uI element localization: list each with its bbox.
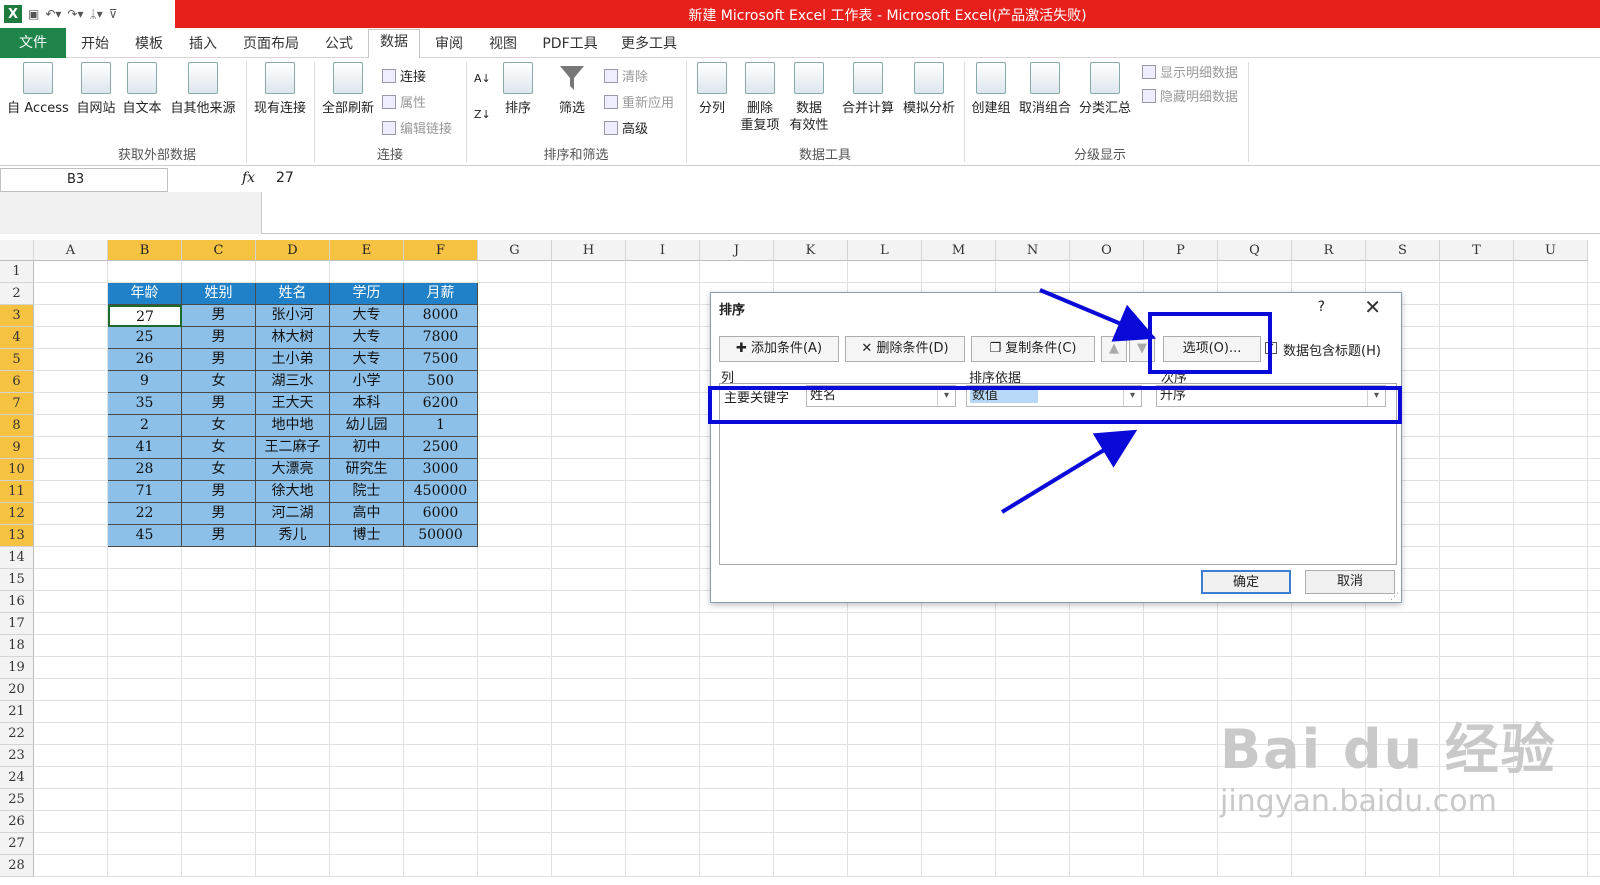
arrow-to-condition [1000,429,1138,514]
condition-highlight-box [708,386,1402,424]
options-highlight-box [1148,312,1272,374]
watermark-url: jingyan.baidu.com [1220,784,1497,819]
arrow-to-options [1039,288,1157,342]
baidu-jingyan-watermark: Bai du 经验 jingyan.baidu.com [1220,705,1557,819]
watermark-logo: Bai du 经验 [1220,718,1557,781]
